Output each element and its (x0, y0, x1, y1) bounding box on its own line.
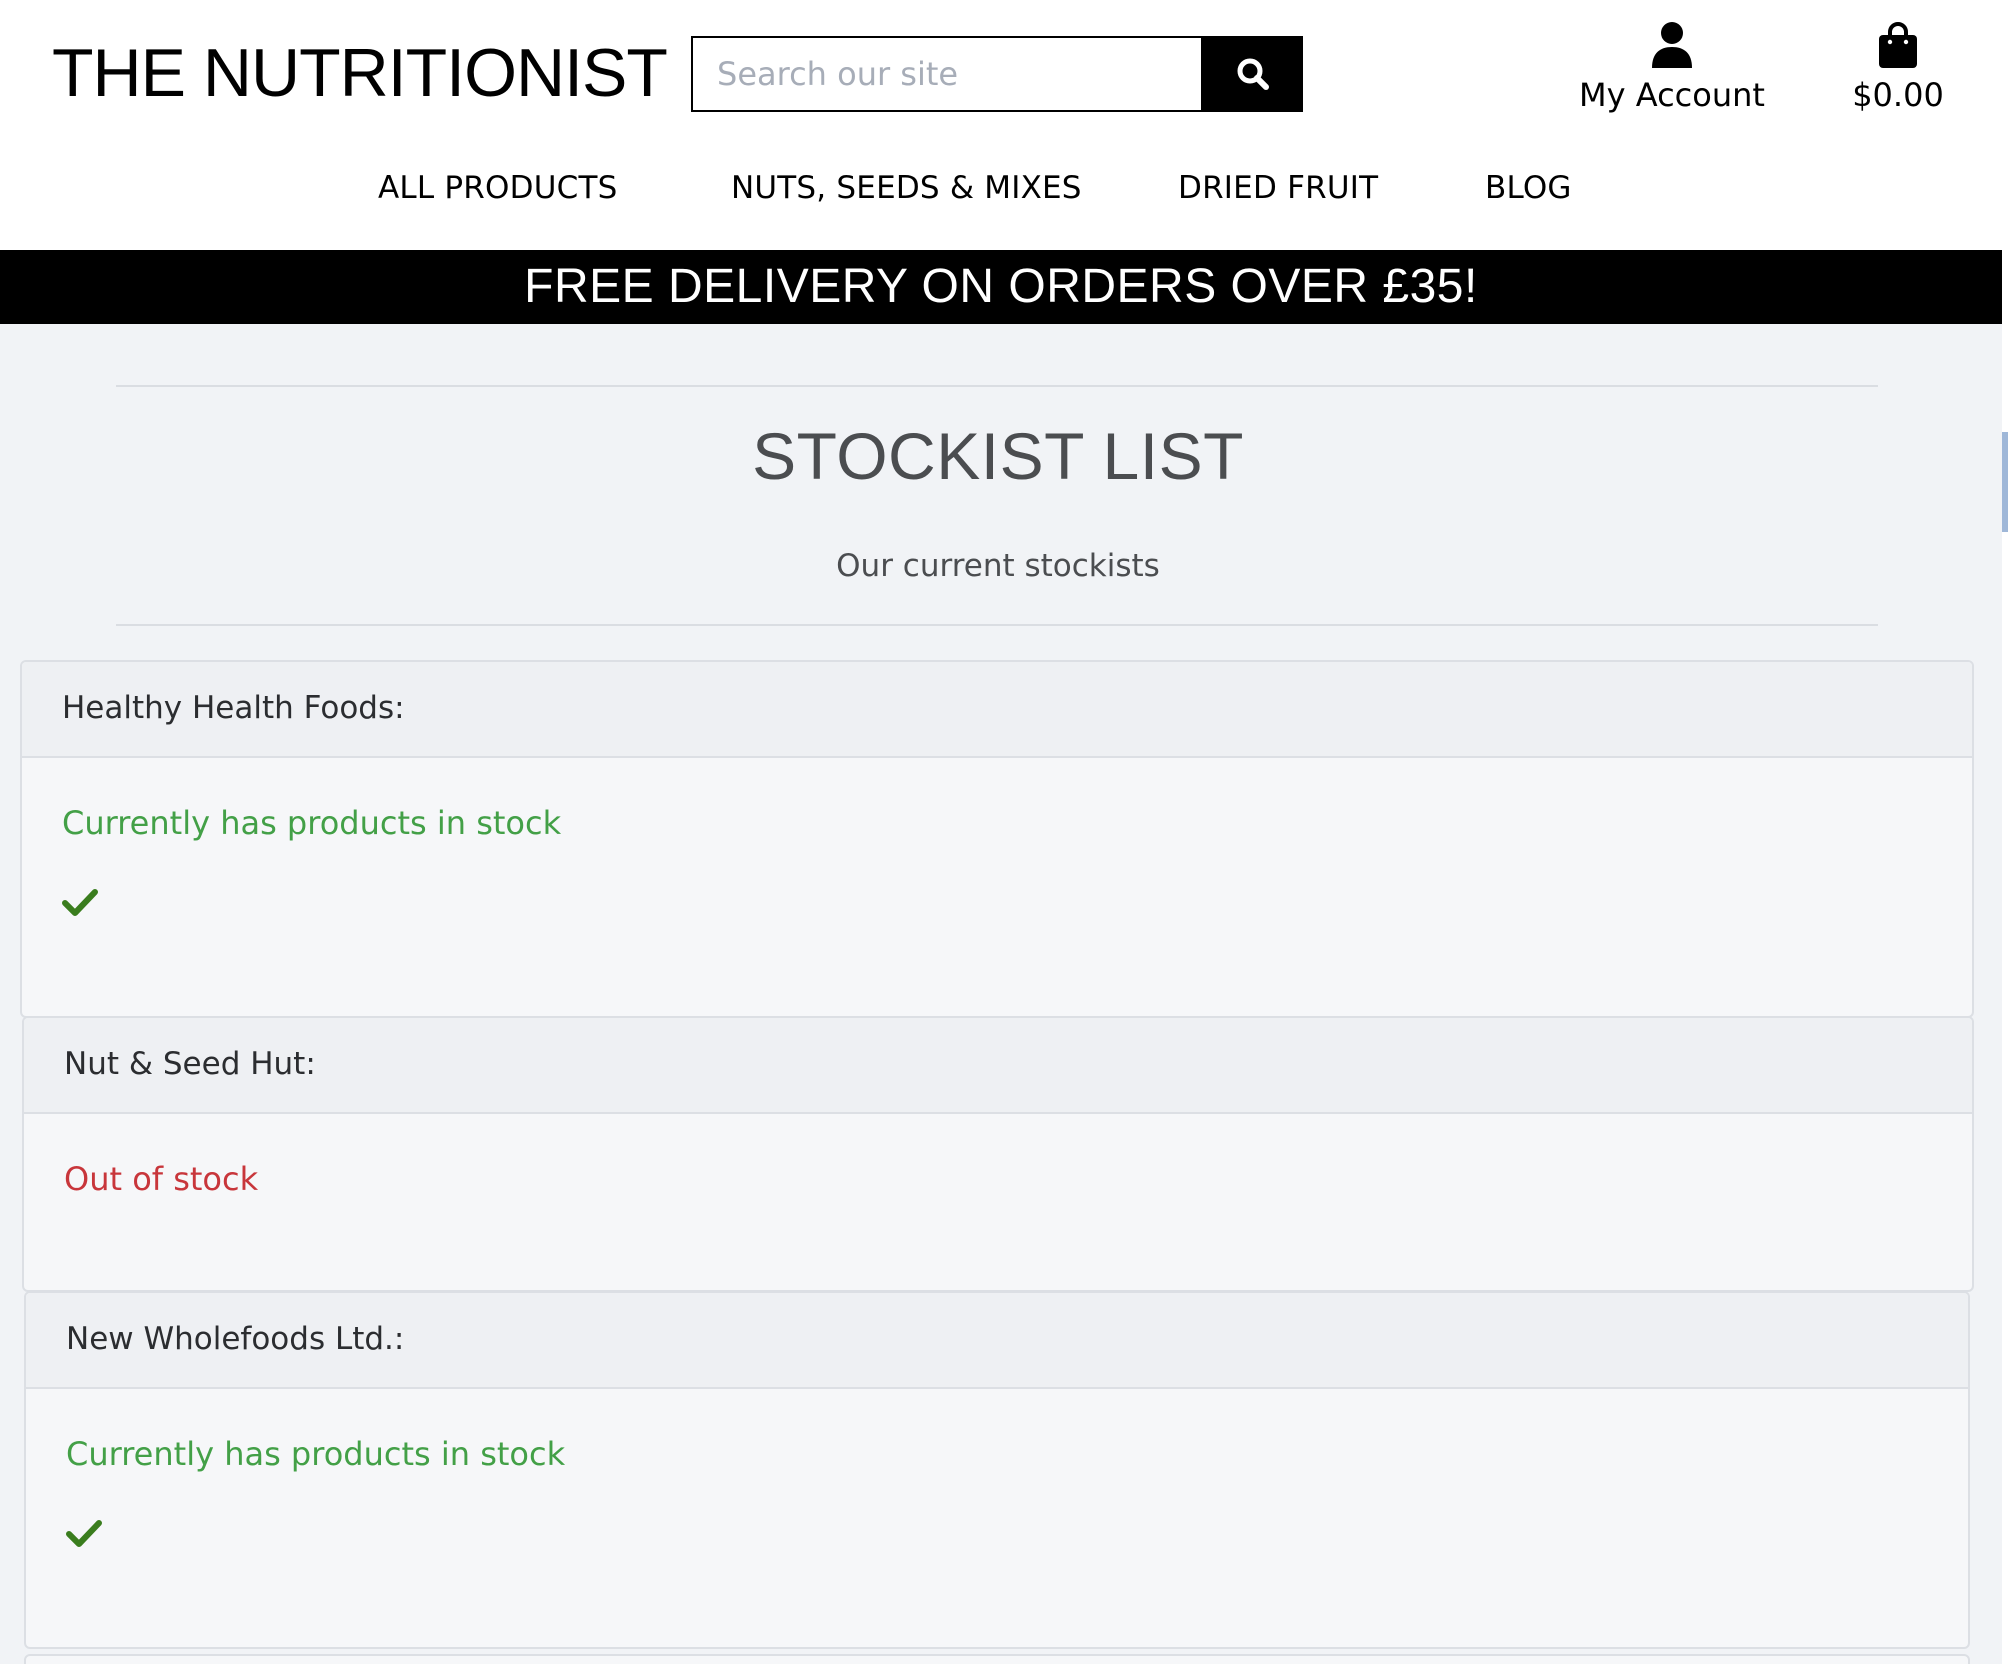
stock-status: Out of stock (64, 1160, 259, 1198)
stock-status: Currently has products in stock (62, 804, 562, 842)
divider (116, 624, 1878, 626)
my-account-label: My Account (1579, 76, 1765, 114)
stockist-card-header: Nut & Seed Hut: (24, 1018, 1972, 1114)
check-icon (66, 1520, 102, 1547)
cart-total: $0.00 (1852, 76, 1944, 114)
site-logo[interactable]: THE NUTRITIONIST (52, 34, 668, 112)
viewport: THE NUTRITIONIST My Account (0, 0, 2002, 1664)
delivery-banner: FREE DELIVERY ON ORDERS OVER £35! (0, 250, 2002, 324)
nav-blog[interactable]: BLOG (1485, 170, 1572, 206)
stockist-card-header: Healthy Health Foods: (22, 662, 1972, 758)
nav-nuts-seeds-mixes[interactable]: NUTS, SEEDS & MIXES (731, 170, 1082, 206)
page-subtitle: Our current stockists (836, 548, 1160, 584)
cart-link[interactable]: $0.00 (1838, 22, 1958, 122)
stockist-card: New Wholefoods Ltd.: Currently has produ… (24, 1291, 1970, 1649)
stockist-card-header: New Wholefoods Ltd.: (26, 1293, 1968, 1389)
my-account-link[interactable]: My Account (1555, 22, 1789, 122)
stock-status: Currently has products in stock (66, 1435, 566, 1473)
stockist-name: New Wholefoods Ltd.: (66, 1321, 405, 1357)
search-input[interactable] (693, 38, 1201, 110)
scrollbar-thumb[interactable] (2002, 432, 2008, 532)
stockist-card: Nut & Seed Hut: Out of stock (22, 1016, 1974, 1292)
search-button[interactable] (1203, 36, 1303, 112)
divider (116, 385, 1878, 387)
main-nav: ALL PRODUCTS NUTS, SEEDS & MIXES DRIED F… (0, 170, 2002, 220)
window-edge (2002, 0, 2008, 1664)
stockist-card: Healthy Health Foods: Currently has prod… (20, 660, 1974, 1018)
stockist-card (24, 1654, 1970, 1664)
check-icon (62, 889, 98, 916)
search-icon (1237, 58, 1269, 90)
user-icon (1652, 22, 1692, 68)
nav-dried-fruit[interactable]: DRIED FRUIT (1178, 170, 1378, 206)
site-header: THE NUTRITIONIST My Account (0, 0, 2002, 250)
search-box (691, 36, 1203, 112)
stockist-name: Nut & Seed Hut: (64, 1046, 316, 1082)
page: THE NUTRITIONIST My Account (0, 0, 2008, 1664)
page-title: STOCKIST LIST (752, 419, 1244, 493)
shopping-bag-icon (1879, 22, 1917, 68)
stockist-name: Healthy Health Foods: (62, 690, 405, 726)
nav-all-products[interactable]: ALL PRODUCTS (378, 170, 617, 206)
